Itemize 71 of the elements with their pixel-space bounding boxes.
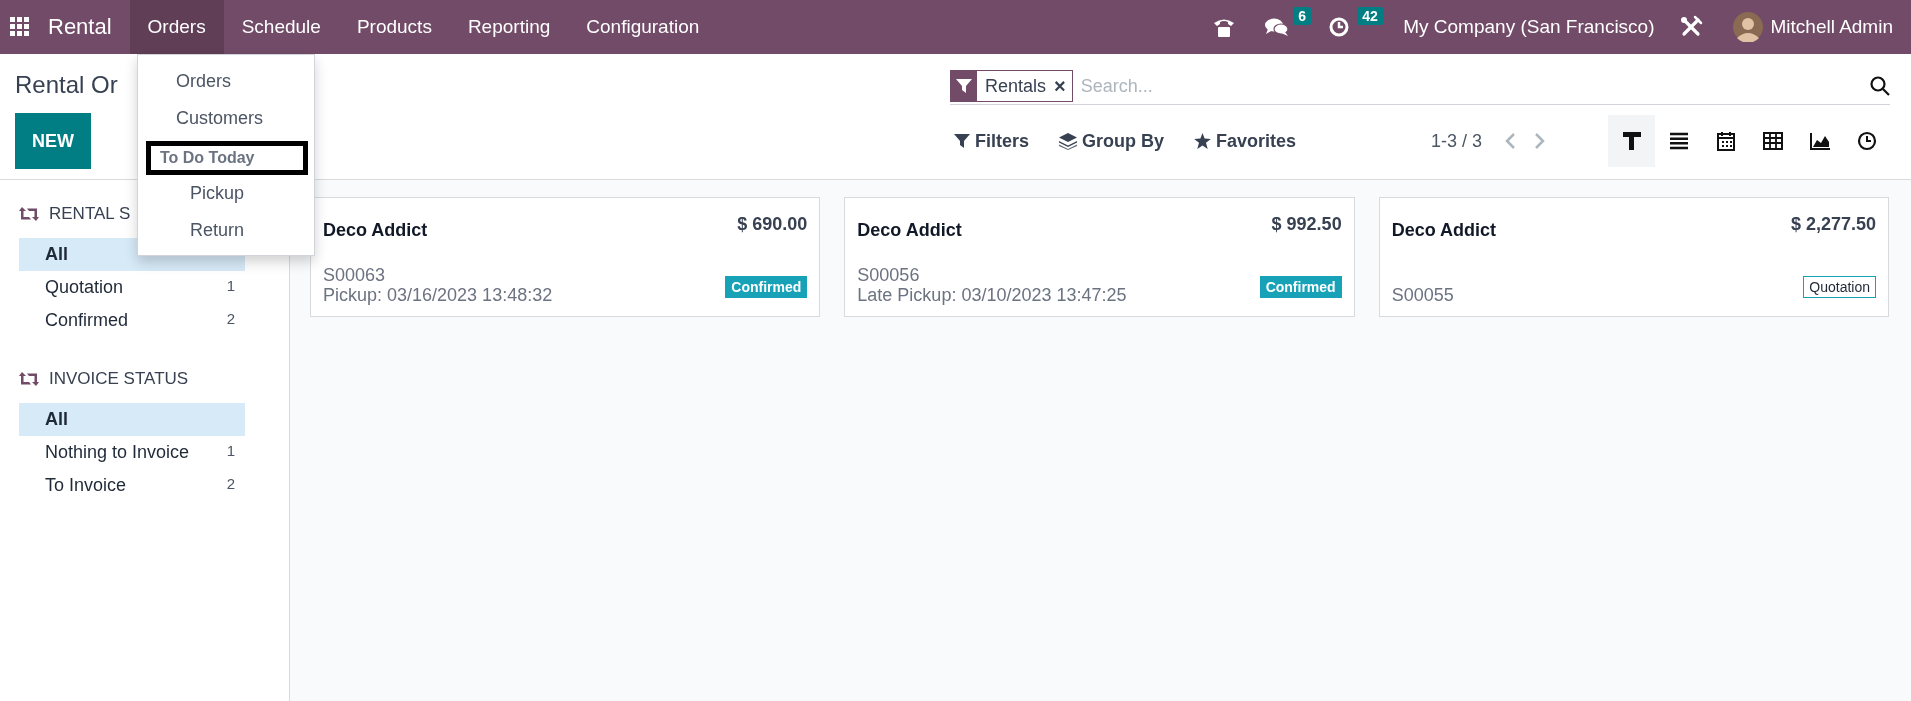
breadcrumb-title: Rental Or: [15, 70, 118, 99]
item-count: 2: [226, 475, 235, 494]
order-amount: $ 690.00: [737, 214, 808, 235]
kanban-icon: [1620, 130, 1643, 152]
order-amount: $ 992.50: [1271, 214, 1342, 235]
menu-item[interactable]: Schedule: [223, 0, 339, 54]
customer-name: Deco Addict: [1391, 220, 1496, 241]
area-chart-icon: [1808, 130, 1831, 152]
apps-menu-icon[interactable]: [10, 17, 30, 37]
order-reference: S00056: [857, 266, 921, 287]
filter-item[interactable]: All: [19, 403, 245, 436]
dropdown-item[interactable]: Orders: [146, 63, 308, 100]
new-button[interactable]: NEW: [15, 113, 91, 169]
table-icon: [1761, 130, 1784, 152]
remove-facet-icon[interactable]: ×: [1054, 74, 1066, 98]
filter-icon: [956, 78, 972, 94]
menu-item[interactable]: Products: [338, 0, 450, 54]
order-card[interactable]: Deco Addict $ 992.50 S00056 Late Pickup: 03/10/2023 13:47:25 Confirmed: [844, 197, 1355, 317]
dropdown-item[interactable]: Customers: [146, 100, 308, 137]
search-option-button[interactable]: Group By: [1055, 130, 1169, 152]
filter-item[interactable]: Quotation 1: [19, 271, 245, 304]
dropdown-item[interactable]: Pickup: [146, 175, 308, 212]
order-reference: S00055: [1391, 286, 1454, 306]
order-reference: S00063: [323, 266, 387, 287]
search-option-button[interactable]: Filters: [950, 130, 1034, 152]
retweet-icon: [19, 207, 39, 221]
pager-value[interactable]: 1-3 / 3: [1430, 130, 1482, 152]
item-count: 1: [226, 277, 235, 296]
search-icon[interactable]: [1870, 76, 1890, 96]
menu-item[interactable]: Reporting: [449, 0, 569, 54]
menu-item[interactable]: Configuration: [568, 0, 718, 54]
tools-icon[interactable]: [1678, 15, 1703, 39]
facet-label: Rentals: [985, 75, 1047, 97]
status-tag: Confirmed: [725, 276, 808, 298]
company-switcher[interactable]: My Company (San Francisco): [1403, 16, 1655, 38]
calendar-icon: [1714, 130, 1737, 152]
search-option-button[interactable]: Favorites: [1190, 130, 1301, 152]
filter-item[interactable]: To Invoice 2: [19, 469, 245, 502]
user-name[interactable]: Mitchell Admin: [1770, 16, 1893, 38]
customer-name: Deco Addict: [857, 220, 962, 241]
kanban-view-button[interactable]: [1608, 115, 1655, 167]
list-icon: [1667, 130, 1690, 152]
customer-name: Deco Addict: [323, 220, 428, 241]
user-avatar[interactable]: [1732, 12, 1763, 42]
pickup-date: Late Pickup: 03/10/2023 13:47:25: [857, 286, 1127, 306]
order-card[interactable]: Deco Addict $ 690.00 S00063 Pickup: 03/16/2023 13:48:32 Confirmed: [310, 197, 821, 317]
clock-icon: [1855, 130, 1878, 152]
retweet-icon: [19, 372, 39, 386]
section-title: RENTAL S: [49, 204, 131, 224]
star-icon: [1194, 133, 1212, 149]
chat-icon[interactable]: [1265, 17, 1290, 37]
order-amount: $ 2,277.50: [1790, 214, 1876, 235]
menu-item[interactable]: Orders: [129, 0, 224, 54]
filter-item[interactable]: Nothing to Invoice 1: [19, 436, 245, 469]
filter-item[interactable]: Confirmed 2: [19, 304, 245, 337]
order-card[interactable]: Deco Addict $ 2,277.50 S00055 Quotation: [1378, 197, 1889, 317]
activity-count: 42: [1357, 7, 1383, 25]
menu-section-header: To Do Today: [146, 141, 308, 175]
status-tag: Confirmed: [1259, 276, 1342, 298]
status-tag: Quotation: [1803, 276, 1876, 298]
filter-icon: [954, 133, 970, 149]
search-facet[interactable]: Rentals ×: [950, 70, 1073, 102]
item-count: 1: [226, 442, 235, 461]
section-title: INVOICE STATUS: [49, 369, 189, 389]
message-count: 6: [1293, 7, 1311, 25]
app-title[interactable]: Rental: [44, 14, 124, 40]
layers-icon: [1059, 132, 1078, 150]
pickup-date: Pickup: 03/16/2023 13:48:32: [323, 286, 553, 306]
item-count: 2: [226, 310, 235, 329]
search-field[interactable]: Search...: [1078, 74, 1870, 98]
clock-icon[interactable]: [1329, 17, 1350, 37]
